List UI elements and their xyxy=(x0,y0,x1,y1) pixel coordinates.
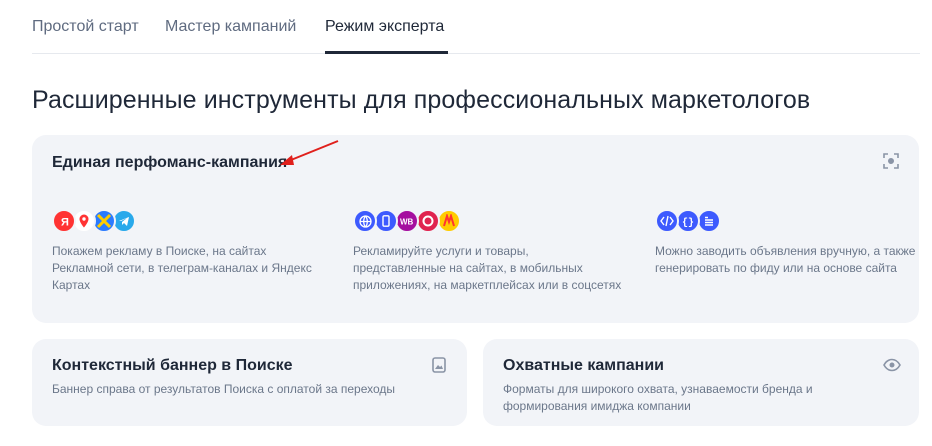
reach-campaigns-desc: Форматы для широкого охвата, узнаваемост… xyxy=(503,382,813,413)
globe-icon xyxy=(353,209,377,233)
image-icon xyxy=(432,357,446,373)
reach-campaigns-title: Охватные кампании xyxy=(503,357,665,374)
perf-campaign-card[interactable]: Единая перфоманс-кампания Я Покажем рекл… xyxy=(32,135,919,323)
search-banner-card[interactable]: Контекстный баннер в Поиске Баннер справ… xyxy=(32,339,467,426)
red-arrow-annotation xyxy=(280,140,339,165)
tab-expert-mode[interactable]: Режим эксперта xyxy=(325,18,444,36)
page-title: Расширенные инструменты для профессионал… xyxy=(32,86,811,114)
svg-text:{}: {} xyxy=(682,217,694,227)
search-banner-title: Контекстный баннер в Поиске xyxy=(52,357,293,374)
reach-campaigns-card[interactable]: Охватные кампании Форматы для широкого о… xyxy=(483,339,919,426)
feed-icon: {} xyxy=(676,209,700,233)
code-icon xyxy=(655,209,679,233)
creatives-desc: Можно заводить объявления вручную, а так… xyxy=(655,244,916,275)
mobile-icon xyxy=(374,209,398,233)
mode-tabs: Простой старт Мастер кампаний Режим эксп… xyxy=(32,0,920,54)
tab-campaign-wizard[interactable]: Мастер кампаний xyxy=(165,18,296,36)
search-banner-desc: Баннер справа от результатов Поиска с оп… xyxy=(52,382,396,396)
objects-desc: Рекламируйте услуги и товары, представле… xyxy=(353,244,622,292)
placements-desc: Покажем рекламу в Поиске, на сайтах Рекл… xyxy=(52,244,312,292)
active-tab-indicator xyxy=(325,51,448,54)
fullscreen-icon[interactable] xyxy=(883,153,899,169)
ozon-icon xyxy=(416,209,440,233)
yandex-market-icon xyxy=(437,209,461,233)
svg-text:WB: WB xyxy=(400,218,414,227)
perf-campaign-title: Единая перфоманс-кампания xyxy=(52,154,288,171)
eye-icon xyxy=(883,358,901,372)
svg-text:Я: Я xyxy=(61,217,69,228)
tab-simple-start[interactable]: Простой старт xyxy=(32,18,139,36)
wildberries-icon: WB xyxy=(395,209,419,233)
list-icon xyxy=(697,209,721,233)
yandex-icon: Я xyxy=(52,209,76,233)
